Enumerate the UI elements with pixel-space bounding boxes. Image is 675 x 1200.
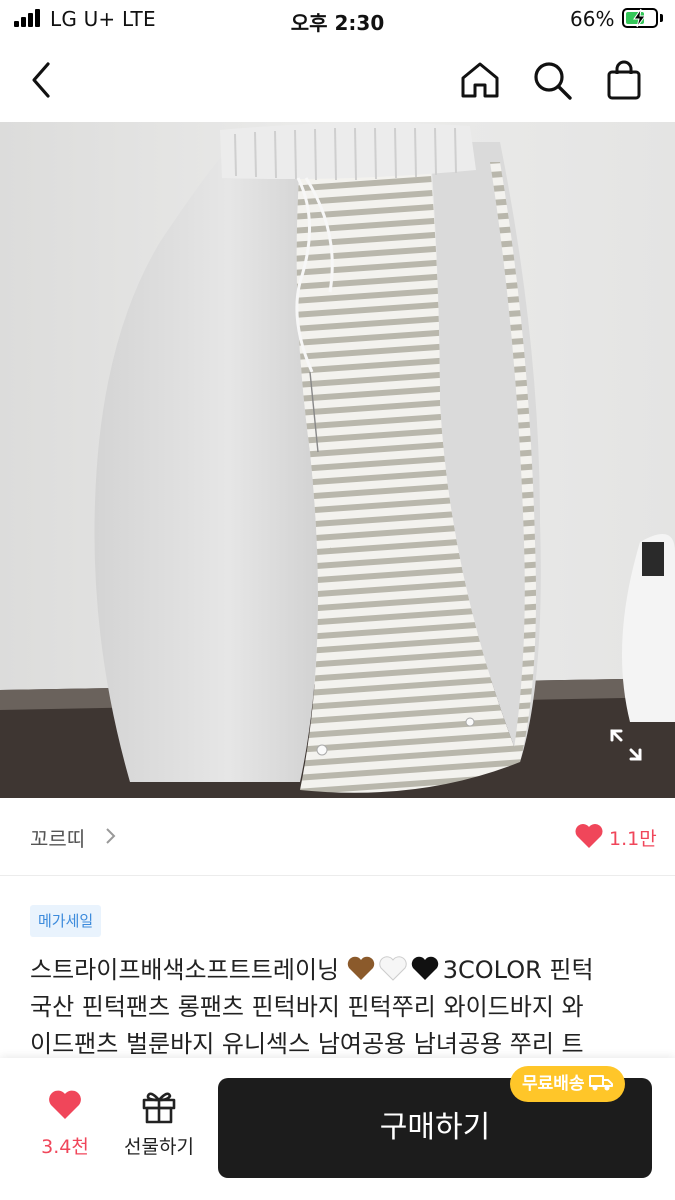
title-line-1: 스트라이프배색소프트트레이닝 [30, 956, 340, 984]
gift-icon [142, 1092, 176, 1124]
status-bar: LG U+ LTE 오후 2:30 66% [0, 0, 675, 40]
wishlist-button[interactable]: 3.4천 [30, 1088, 100, 1168]
search-icon[interactable] [530, 58, 574, 102]
wish-count: 3.4천 [41, 1136, 89, 1158]
pants-photo [0, 122, 675, 798]
truck-icon [588, 1075, 613, 1091]
seller-name[interactable]: 꼬르띠 [30, 823, 85, 852]
sale-badge: 메가세일 [30, 905, 102, 937]
seller-row: 꼬르띠 1.1만 [0, 798, 675, 876]
battery-cap [660, 14, 663, 22]
product-title: 스트라이프배색소프트트레이닝 🤎🤍🖤 3COLOR 핀턱 국산 핀턱팬츠 롱팬츠… [30, 952, 650, 1063]
gift-label: 선물하기 [124, 1136, 194, 1158]
charging-icon [633, 8, 646, 28]
white-heart-icon [379, 956, 407, 981]
title-line-1b: 3COLOR 핀턱 [442, 956, 594, 984]
title-line-2: 국산 핀턱팬츠 롱팬츠 핀턱바지 핀턱쭈리 와이드바지 와 [30, 993, 584, 1021]
bottom-action-bar: 3.4천 선물하기 구매하기 무료배송 [0, 1058, 675, 1200]
home-icon[interactable] [458, 58, 502, 102]
heart-icon [49, 1090, 81, 1119]
gift-button[interactable]: 선물하기 [117, 1088, 201, 1168]
chevron-right-icon[interactable] [104, 826, 118, 846]
heart-icon[interactable] [574, 822, 604, 850]
expand-icon[interactable] [608, 727, 644, 763]
battery-percent: 66% [570, 7, 615, 31]
shopping-bag-icon[interactable] [602, 58, 646, 102]
back-icon[interactable] [20, 58, 64, 102]
free-shipping-label: 무료배송 [522, 1074, 585, 1094]
product-image[interactable] [0, 122, 675, 798]
like-count: 1.1만 [609, 828, 657, 850]
top-nav [0, 40, 675, 122]
free-shipping-badge: 무료배송 [510, 1066, 625, 1102]
brown-heart-icon [347, 956, 374, 980]
black-heart-icon [411, 956, 438, 980]
